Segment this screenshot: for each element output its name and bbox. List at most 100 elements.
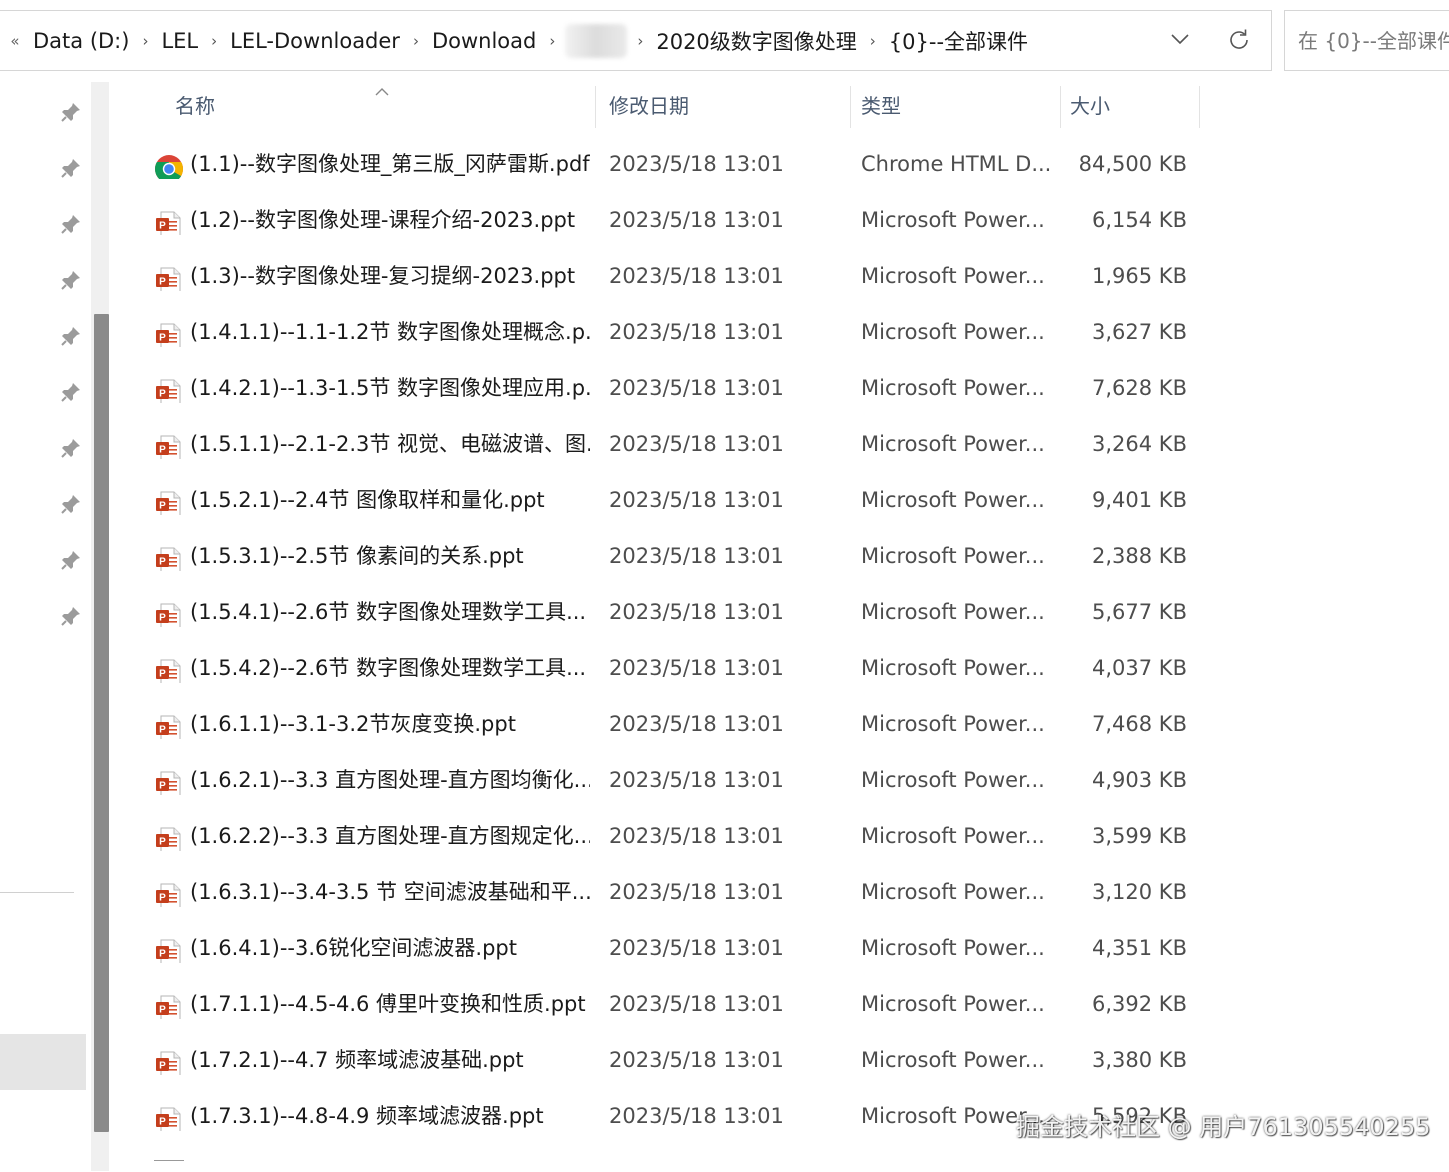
table-row[interactable]: P (1.4.2.1)--1.3-1.5节 数字图像处理应用.p... 2023/5… <box>120 360 1200 416</box>
pin-icon <box>59 604 83 628</box>
column-divider[interactable] <box>1199 86 1200 128</box>
svg-text:P: P <box>159 669 166 680</box>
file-type: Microsoft Power... <box>861 656 1045 680</box>
svg-text:P: P <box>159 445 166 456</box>
table-row[interactable]: P (1.6.3.1)--3.4-3.5 节 空间滤波基础和平... 2023/5/… <box>120 864 1200 920</box>
svg-text:P: P <box>159 333 166 344</box>
file-date: 2023/5/18 13:01 <box>609 1104 784 1128</box>
powerpoint-file-icon: P <box>154 821 184 851</box>
file-name: (1.4.2.1)--1.3-1.5节 数字图像处理应用.p... <box>190 376 590 400</box>
breadcrumb-item-lel[interactable]: LEL <box>158 29 201 53</box>
svg-text:P: P <box>159 389 166 400</box>
svg-text:P: P <box>159 893 166 904</box>
list-item-partial <box>154 1160 184 1172</box>
table-row[interactable]: P (1.6.1.1)--3.1-3.2节灰度变换.ppt 2023/5/18 13… <box>120 696 1200 752</box>
table-row[interactable]: P (1.5.2.1)--2.4节 图像取样和量化.ppt 2023/5/18 13… <box>120 472 1200 528</box>
column-header-type[interactable]: 类型 <box>861 82 901 130</box>
breadcrumb-chevron-icon[interactable]: › <box>860 32 886 50</box>
breadcrumb-item-lel-downloader[interactable]: LEL-Downloader <box>227 29 403 53</box>
table-row[interactable]: P (1.7.1.1)--4.5-4.6 傅里叶变换和性质.ppt 2023/5/1… <box>120 976 1200 1032</box>
powerpoint-file-icon: P <box>154 877 184 907</box>
file-list: (1.1)--数字图像处理_第三版_冈萨雷斯.pdf 2023/5/18 13:0… <box>120 136 1200 1144</box>
breadcrumb-chevron-icon[interactable]: › <box>132 32 158 50</box>
svg-text:P: P <box>159 837 166 848</box>
address-bar[interactable]: « Data (D:) › LEL › LEL-Downloader › Dow… <box>0 10 1272 71</box>
table-row[interactable]: P (1.2)--数字图像处理-课程介绍-2023.ppt 2023/5/18 13… <box>120 192 1200 248</box>
table-row[interactable]: (1.1)--数字图像处理_第三版_冈萨雷斯.pdf 2023/5/18 13:0… <box>120 136 1200 192</box>
search-box[interactable] <box>1284 10 1449 71</box>
column-header-name[interactable]: 名称 <box>175 82 215 130</box>
file-name: (1.7.3.1)--4.8-4.9 频率域滤波器.ppt <box>190 1104 544 1128</box>
column-divider[interactable] <box>595 86 596 128</box>
table-row[interactable]: P (1.5.4.1)--2.6节 数字图像处理数学工具... 2023/5/18 … <box>120 584 1200 640</box>
file-size: 4,903 KB <box>1092 768 1187 792</box>
powerpoint-file-icon: P <box>154 597 184 627</box>
search-input[interactable] <box>1296 27 1449 54</box>
breadcrumb-chevron-icon[interactable]: › <box>627 32 653 50</box>
file-name: (1.6.3.1)--3.4-3.5 节 空间滤波基础和平... <box>190 880 590 904</box>
file-type: Microsoft Power... <box>861 208 1045 232</box>
file-date: 2023/5/18 13:01 <box>609 880 784 904</box>
nav-scrollbar-thumb[interactable] <box>94 314 109 1132</box>
pin-icon <box>59 548 83 572</box>
breadcrumb-item-redacted[interactable] <box>565 23 628 58</box>
breadcrumb-item-course[interactable]: 2020级数字图像处理 <box>653 26 859 56</box>
file-name: (1.6.2.1)--3.3 直方图处理-直方图均衡化.... <box>190 768 590 792</box>
table-row[interactable]: P (1.4.1.1)--1.1-1.2节 数字图像处理概念.p... 2023/5… <box>120 304 1200 360</box>
svg-text:P: P <box>159 277 166 288</box>
file-date: 2023/5/18 13:01 <box>609 656 784 680</box>
column-header-date[interactable]: 修改日期 <box>609 82 689 130</box>
breadcrumb-chevron-icon[interactable]: › <box>201 32 227 50</box>
file-size: 7,468 KB <box>1092 712 1187 736</box>
file-size: 3,264 KB <box>1092 432 1187 456</box>
file-type: Microsoft Power... <box>861 544 1045 568</box>
chrome-pdf-icon <box>154 149 184 179</box>
column-divider[interactable] <box>850 86 851 128</box>
breadcrumb-chevron-icon[interactable]: › <box>539 32 565 50</box>
file-type: Chrome HTML D... <box>861 152 1052 176</box>
chevron-down-icon[interactable] <box>1169 28 1191 54</box>
breadcrumb-item-download[interactable]: Download <box>429 29 539 53</box>
file-type: Microsoft Power... <box>861 488 1045 512</box>
breadcrumb-item-drive[interactable]: Data (D:) <box>30 29 132 53</box>
breadcrumb-overflow-icon[interactable]: « <box>0 32 30 50</box>
file-size: 3,627 KB <box>1092 320 1187 344</box>
breadcrumb-chevron-icon[interactable]: › <box>403 32 429 50</box>
table-row[interactable]: P (1.6.4.1)--3.6锐化空间滤波器.ppt 2023/5/18 13:0… <box>120 920 1200 976</box>
table-row[interactable]: P (1.5.3.1)--2.5节 像素间的关系.ppt 2023/5/18 13:… <box>120 528 1200 584</box>
table-row[interactable]: P (1.7.2.1)--4.7 频率域滤波基础.ppt 2023/5/18 13:… <box>120 1032 1200 1088</box>
file-size: 84,500 KB <box>1078 152 1187 176</box>
column-divider[interactable] <box>1060 86 1061 128</box>
file-size: 5,677 KB <box>1092 600 1187 624</box>
powerpoint-file-icon: P <box>154 1101 184 1131</box>
pin-icon <box>59 324 83 348</box>
svg-text:P: P <box>159 781 166 792</box>
file-name: (1.6.2.2)--3.3 直方图处理-直方图规定化.... <box>190 824 590 848</box>
table-row[interactable]: P (1.6.2.1)--3.3 直方图处理-直方图均衡化.... 2023/5/1… <box>120 752 1200 808</box>
powerpoint-file-icon: P <box>154 765 184 795</box>
file-date: 2023/5/18 13:01 <box>609 376 784 400</box>
svg-text:P: P <box>159 1117 166 1128</box>
file-size: 6,154 KB <box>1092 208 1187 232</box>
refresh-icon[interactable] <box>1225 26 1253 58</box>
column-header-size[interactable]: 大小 <box>1070 82 1110 130</box>
breadcrumb-item-current[interactable]: {0}--全部课件 <box>886 26 1031 56</box>
file-type: Microsoft Power... <box>861 320 1045 344</box>
table-row[interactable]: P (1.3)--数字图像处理-复习提纲-2023.ppt 2023/5/18 13… <box>120 248 1200 304</box>
svg-text:P: P <box>159 557 166 568</box>
powerpoint-file-icon: P <box>154 541 184 571</box>
table-row[interactable]: P (1.5.4.2)--2.6节 数字图像处理数学工具... 2023/5/18 … <box>120 640 1200 696</box>
nav-item-selected[interactable] <box>0 1034 86 1090</box>
file-date: 2023/5/18 13:01 <box>609 936 784 960</box>
powerpoint-file-icon: P <box>154 485 184 515</box>
table-row[interactable]: P (1.5.1.1)--2.1-2.3节 视觉、电磁波谱、图... 2023/5/… <box>120 416 1200 472</box>
table-row[interactable]: P (1.6.2.2)--3.3 直方图处理-直方图规定化.... 2023/5/1… <box>120 808 1200 864</box>
file-date: 2023/5/18 13:01 <box>609 488 784 512</box>
file-date: 2023/5/18 13:01 <box>609 432 784 456</box>
file-type: Microsoft Power... <box>861 880 1045 904</box>
pin-icon <box>59 100 83 124</box>
powerpoint-file-icon: P <box>154 317 184 347</box>
file-date: 2023/5/18 13:01 <box>609 264 784 288</box>
nav-divider <box>0 892 74 893</box>
pin-icon <box>59 492 83 516</box>
